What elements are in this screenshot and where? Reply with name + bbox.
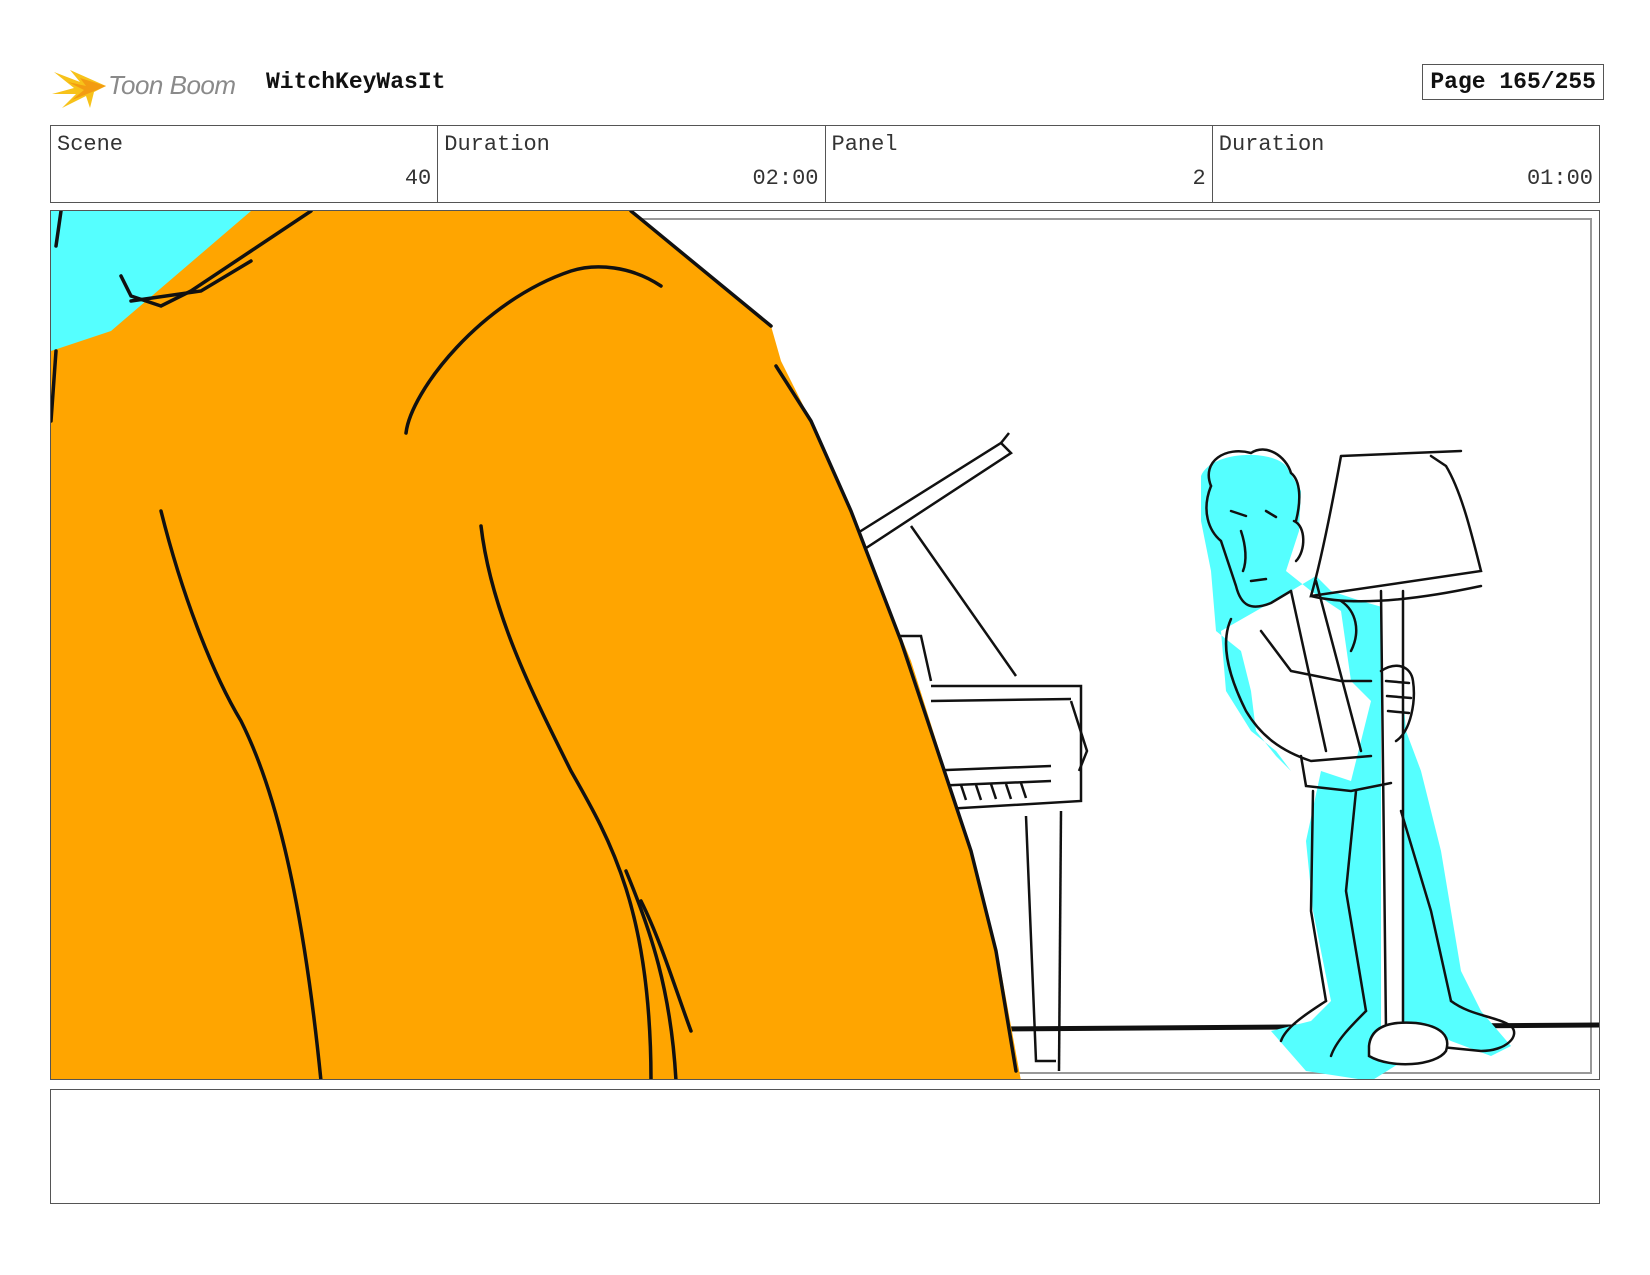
storyboard-panel <box>50 210 1600 1080</box>
scene-duration-cell: Duration 02:00 <box>438 126 826 202</box>
page-indicator: Page 165/255 <box>1422 64 1604 100</box>
scene-value: 40 <box>404 166 432 191</box>
panel-drawing <box>51 211 1599 1079</box>
toon-boom-logo: Toon Boom <box>50 60 250 112</box>
panel-duration-cell: Duration 01:00 <box>1213 126 1599 202</box>
logo-text: Toon Boom <box>108 70 236 100</box>
scene-label: Scene <box>57 132 124 157</box>
notes-box <box>50 1089 1600 1204</box>
foreground-figure <box>51 211 1021 1079</box>
panel-cell: Panel 2 <box>826 126 1213 202</box>
project-title: WitchKeyWasIt <box>266 69 446 95</box>
page-header: Toon Boom WitchKeyWasIt Page 165/255 <box>50 56 1604 108</box>
logo-burst-icon <box>52 70 106 108</box>
panel-duration-value: 01:00 <box>1526 166 1593 191</box>
panel-duration-label: Duration <box>1218 132 1325 157</box>
scene-cell: Scene 40 <box>51 126 439 202</box>
panel-label: Panel <box>831 132 898 157</box>
character-figure <box>1201 448 1516 1079</box>
scene-duration-value: 02:00 <box>752 166 819 191</box>
panel-value: 2 <box>1192 166 1206 191</box>
scene-info-table: Scene 40 Duration 02:00 Panel 2 Duration… <box>50 125 1600 203</box>
scene-duration-label: Duration <box>444 132 550 157</box>
